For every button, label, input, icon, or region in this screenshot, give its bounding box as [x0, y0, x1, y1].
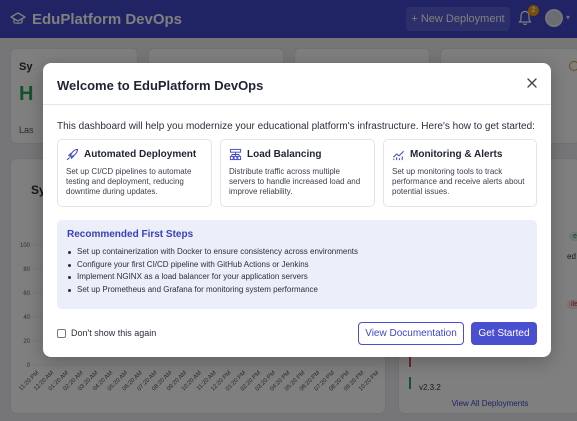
load-balancer-icon [229, 148, 242, 161]
modal-intro-text: This dashboard will help you modernize y… [57, 121, 535, 132]
welcome-modal: Welcome to EduPlatform DevOps This dashb… [43, 63, 551, 357]
list-item: Configure your first CI/CD pipeline with… [67, 259, 527, 272]
list-item: Set up containerization with Docker to e… [67, 246, 527, 259]
get-started-button[interactable]: Get Started [471, 322, 537, 345]
feature-title: Monitoring & Alerts [410, 149, 503, 160]
rocket-icon [66, 148, 79, 161]
recommended-steps: Recommended First Steps Set up container… [57, 220, 537, 309]
close-icon[interactable] [525, 76, 539, 90]
feature-title: Load Balancing [247, 149, 322, 160]
checkbox-label: Don't show this again [71, 328, 157, 338]
steps-title: Recommended First Steps [67, 229, 194, 240]
steps-list: Set up containerization with Docker to e… [67, 246, 527, 296]
feature-description: Set up CI/CD pipelines to automate testi… [66, 167, 192, 196]
feature-title: Automated Deployment [84, 149, 197, 160]
modal-title: Welcome to EduPlatform DevOps [57, 78, 264, 93]
list-item: Implement NGINX as a load balancer for y… [67, 271, 527, 284]
feature-card-monitoring-alerts: Monitoring & Alerts Set up monitoring to… [383, 139, 537, 207]
dont-show-again-checkbox[interactable]: Don't show this again [57, 328, 156, 338]
feature-description: Set up monitoring tools to track perform… [392, 167, 525, 196]
list-item: Set up Prometheus and Grafana for monito… [67, 284, 527, 297]
modal-header: Welcome to EduPlatform DevOps [43, 63, 551, 105]
feature-description: Distribute traffic across multiple serve… [229, 167, 361, 196]
checkbox[interactable] [57, 328, 66, 338]
feature-card-automated-deployment: Automated Deployment Set up CI/CD pipeli… [57, 139, 212, 207]
view-documentation-button[interactable]: View Documentation [358, 322, 464, 345]
feature-card-load-balancing: Load Balancing Distribute traffic across… [220, 139, 375, 207]
chart-line-icon [393, 150, 404, 161]
